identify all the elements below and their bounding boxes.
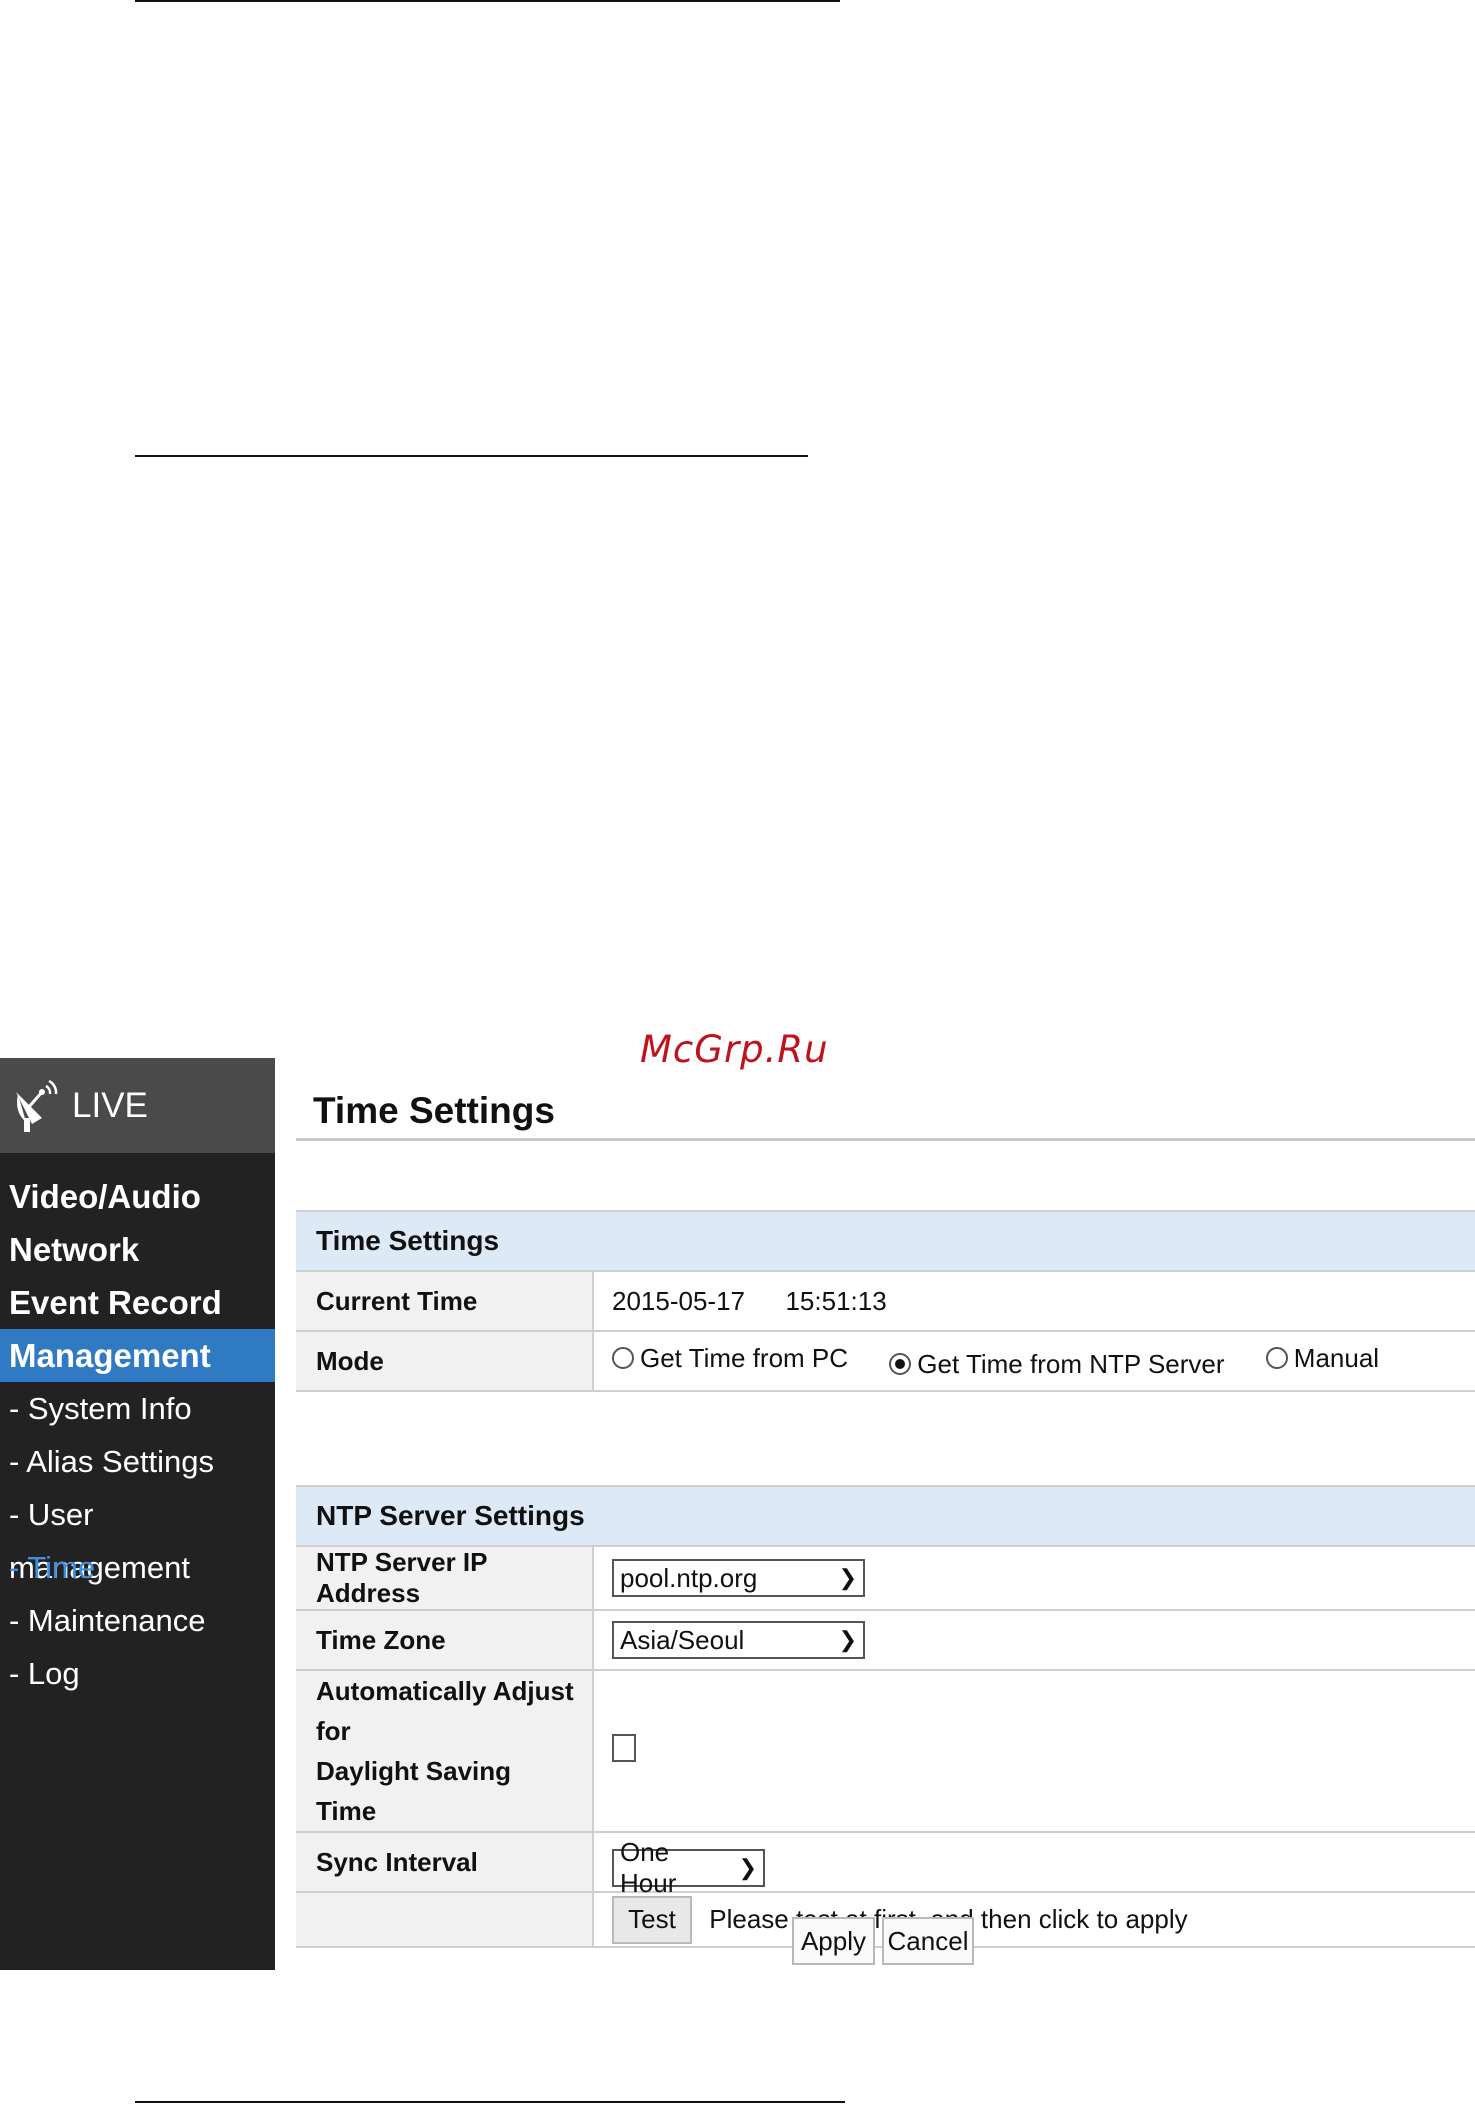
current-time-label: Current Time — [296, 1271, 594, 1332]
watermark: McGrp.Ru — [640, 1028, 829, 1071]
divider-middle — [135, 455, 808, 457]
mode-option-label: Manual — [1293, 1342, 1380, 1373]
test-row-label — [296, 1892, 594, 1948]
sync-interval-select[interactable]: One Hour ❯ — [612, 1837, 765, 1898]
divider-top — [135, 0, 840, 2]
ntp-server-select[interactable]: pool.ntp.org ❯ — [612, 1559, 865, 1597]
mode-label: Mode — [296, 1331, 594, 1392]
sync-interval-value: One Hour — [620, 1837, 677, 1898]
cancel-button[interactable]: Cancel — [882, 1917, 974, 1965]
ntp-settings-table: NTP Server Settings NTP Server IP Addres… — [296, 1485, 1475, 1948]
nav-management[interactable]: Management — [0, 1329, 275, 1382]
time-zone-label: Time Zone — [296, 1610, 594, 1671]
mode-radio-pc[interactable]: Get Time from PC — [612, 1343, 848, 1374]
sub-nav-maintenance[interactable]: - Maintenance — [0, 1594, 275, 1647]
nav-network[interactable]: Network — [0, 1223, 275, 1276]
sub-nav-system-info[interactable]: - System Info — [0, 1382, 275, 1435]
dst-label-line-1: Automatically Adjust for — [316, 1676, 574, 1746]
page-title: Time Settings — [313, 1090, 555, 1131]
time-zone-value: Asia/Seoul — [620, 1624, 745, 1655]
title-divider — [296, 1138, 1475, 1141]
nav-event-record[interactable]: Event Record — [0, 1276, 275, 1329]
dst-checkbox[interactable] — [612, 1733, 636, 1762]
radio-checked-icon — [889, 1353, 912, 1375]
sub-nav-user-management[interactable]: - User management — [0, 1488, 275, 1585]
ntp-settings-header: NTP Server Settings — [296, 1485, 1475, 1547]
mode-options: Get Time from PC Get Time from NTP Serve… — [593, 1331, 1475, 1392]
apply-button[interactable]: Apply — [792, 1917, 875, 1965]
time-settings-table: Time Settings Current Time 2015-05-17 15… — [296, 1210, 1475, 1392]
sub-nav-log[interactable]: - Log — [0, 1647, 275, 1700]
chevron-down-icon: ❯ — [838, 1565, 857, 1590]
current-clock: 15:51:13 — [785, 1285, 887, 1316]
chevron-down-icon: ❯ — [738, 1855, 757, 1880]
time-settings-header: Time Settings — [296, 1210, 1475, 1272]
nav-video-audio[interactable]: Video/Audio — [0, 1170, 275, 1223]
mode-radio-ntp[interactable]: Get Time from NTP Server — [889, 1348, 1225, 1380]
live-button[interactable]: LIVE — [0, 1058, 275, 1153]
sync-interval-label: Sync Interval — [296, 1832, 594, 1893]
divider-bottom — [135, 2101, 845, 2103]
mode-option-label: Get Time from PC — [640, 1342, 849, 1373]
mode-radio-manual[interactable]: Manual — [1265, 1342, 1380, 1374]
radio-unchecked-icon — [1265, 1347, 1288, 1369]
sidebar: LIVE Video/Audio Network Event Record Ma… — [0, 1058, 275, 1970]
current-time-value: 2015-05-17 15:51:13 — [593, 1271, 1475, 1332]
ntp-server-label: NTP Server IP Address — [296, 1546, 594, 1611]
radio-unchecked-icon — [612, 1347, 634, 1369]
mode-option-label: Get Time from NTP Server — [917, 1348, 1225, 1379]
live-label: LIVE — [72, 1085, 148, 1125]
current-date: 2015-05-17 — [612, 1285, 745, 1316]
satellite-dish-icon — [16, 1079, 58, 1132]
dst-label: Automatically Adjust for Daylight Saving… — [296, 1670, 594, 1833]
ntp-server-value: pool.ntp.org — [620, 1562, 758, 1593]
dst-label-line-2: Daylight Saving Time — [316, 1756, 512, 1826]
chevron-down-icon: ❯ — [838, 1627, 857, 1652]
time-zone-select[interactable]: Asia/Seoul ❯ — [612, 1621, 865, 1659]
sub-nav-alias-settings[interactable]: - Alias Settings — [0, 1435, 275, 1488]
test-button[interactable]: Test — [612, 1895, 692, 1944]
